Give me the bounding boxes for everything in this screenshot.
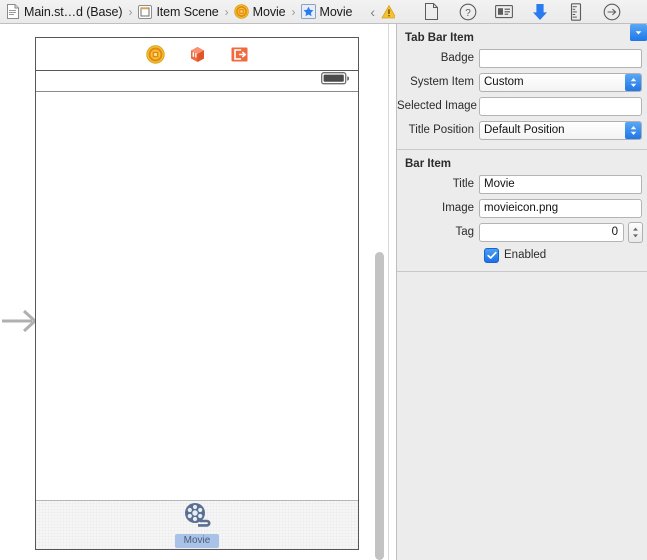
attributes-inspector-panel: Tab Bar Item Badge System Item Custom Se… [396,24,647,560]
breadcrumb-label-storyboard: Main.st…d (Base) [24,4,123,19]
down-arrow-icon [532,3,547,20]
breadcrumb-separator: › [224,4,229,19]
label-title-position: Title Position [408,124,474,136]
tab-bar-item-section: Tab Bar Item Badge System Item Custom Se… [397,24,647,149]
identity-inspector-tab[interactable] [494,2,514,22]
id-card-icon [494,5,513,19]
inspector-selector-bar: ? [396,0,647,23]
badge-input[interactable] [479,48,642,68]
label-image: Image [442,202,474,214]
label-title: Title [452,178,474,190]
breadcrumb-label-scene: Item Scene [156,4,219,19]
ruler-icon [570,2,581,21]
selected-image-combo[interactable] [479,24,647,116]
system-item-popup[interactable]: Custom [479,72,642,92]
breadcrumb-item-tab-bar-item[interactable]: Movie [300,0,353,23]
row-image: Image movieicon.png [397,24,647,219]
row-selected-image: Selected Image [397,24,647,117]
question-mark-icon: ? [459,3,476,20]
label-system-item: System Item [410,76,474,88]
file-inspector-tab[interactable] [422,2,442,22]
label-selected-image: Selected Image [397,100,477,112]
top-bar: Main.st…d (Base) › Item Scene › Movie › … [0,0,647,24]
tab-bar-item-label: Movie [174,534,220,548]
storyboard-file-icon [5,4,20,19]
enabled-checkbox[interactable] [484,247,499,263]
row-title: Title Movie [397,173,643,195]
title-position-popup[interactable]: Default Position [479,120,642,140]
view-controller-dock-icon[interactable] [145,44,165,64]
view-controller-icon [233,4,249,19]
breadcrumb-separator: › [291,4,296,19]
label-tag: Tag [455,226,474,238]
tag-stepper[interactable] [628,221,643,243]
canvas-vertical-scrollbar[interactable] [375,24,387,560]
row-title-position: Title Position Default Position [397,119,643,141]
battery-icon [321,72,350,90]
section-title-bar-item: Bar Item [405,158,452,170]
scene-dock [36,38,358,71]
film-reel-icon [183,502,211,533]
warning-triangle-icon[interactable] [381,4,395,20]
row-system-item: System Item Custom [397,71,643,93]
tab-bar-item-movie[interactable]: Movie [157,502,237,548]
storyboard-canvas[interactable]: Movie [0,24,389,560]
connections-inspector-tab[interactable] [602,2,622,22]
section-divider [397,271,647,272]
chevron-down-icon[interactable] [630,24,647,41]
scene-icon [137,4,152,19]
attributes-inspector-tab[interactable] [530,2,550,22]
breadcrumb-item-view-controller[interactable]: Movie [233,0,286,23]
tab-bar-item-icon [300,4,316,19]
title-input[interactable]: Movie [479,174,642,194]
breadcrumb-item-storyboard[interactable]: Main.st…d (Base) [5,0,123,23]
view-controller-view[interactable] [36,92,358,500]
exit-dock-icon[interactable] [230,45,249,64]
image-combo[interactable]: movieicon.png [479,24,647,218]
section-title-tab-bar-item: Tab Bar Item [405,32,474,44]
image-value: movieicon.png [484,202,559,214]
breadcrumb-separator: › [128,4,133,19]
view-controller-scene[interactable]: Movie [35,37,359,550]
tab-bar[interactable]: Movie [36,500,358,549]
enabled-label: Enabled [504,249,547,261]
breadcrumb-label-view-controller: Movie [252,4,286,19]
label-badge: Badge [440,52,474,64]
breadcrumb-item-scene[interactable]: Item Scene [137,0,219,23]
chevron-updown-icon [625,121,641,139]
breadcrumb-label-tab-bar-item: Movie [319,4,353,19]
chevron-updown-icon [625,73,641,91]
row-tag: Tag 0 [397,221,643,243]
canvas-right-edge [388,24,389,560]
title-position-value: Default Position [484,124,565,136]
jump-bar: Main.st…d (Base) › Item Scene › Movie › … [0,0,395,23]
svg-text:?: ? [465,8,471,19]
row-badge: Badge [397,47,643,69]
size-inspector-tab[interactable] [566,2,586,22]
quick-help-inspector-tab[interactable]: ? [458,2,478,22]
bar-item-section: Bar Item Title Movie Image movieicon.png [397,24,647,271]
tag-input[interactable]: 0 [479,222,624,242]
row-enabled: Enabled [397,245,643,265]
device-status-bar [36,71,358,92]
arrow-circle-icon [603,3,620,20]
xcode-interface-builder-window: Main.st…d (Base) › Item Scene › Movie › … [0,0,647,560]
jump-bar-back-button[interactable]: ‹ [366,5,379,19]
canvas-scrollbar-thumb[interactable] [375,252,384,560]
system-item-value: Custom [484,76,524,88]
document-icon [425,3,438,20]
first-responder-dock-icon[interactable] [188,45,207,64]
